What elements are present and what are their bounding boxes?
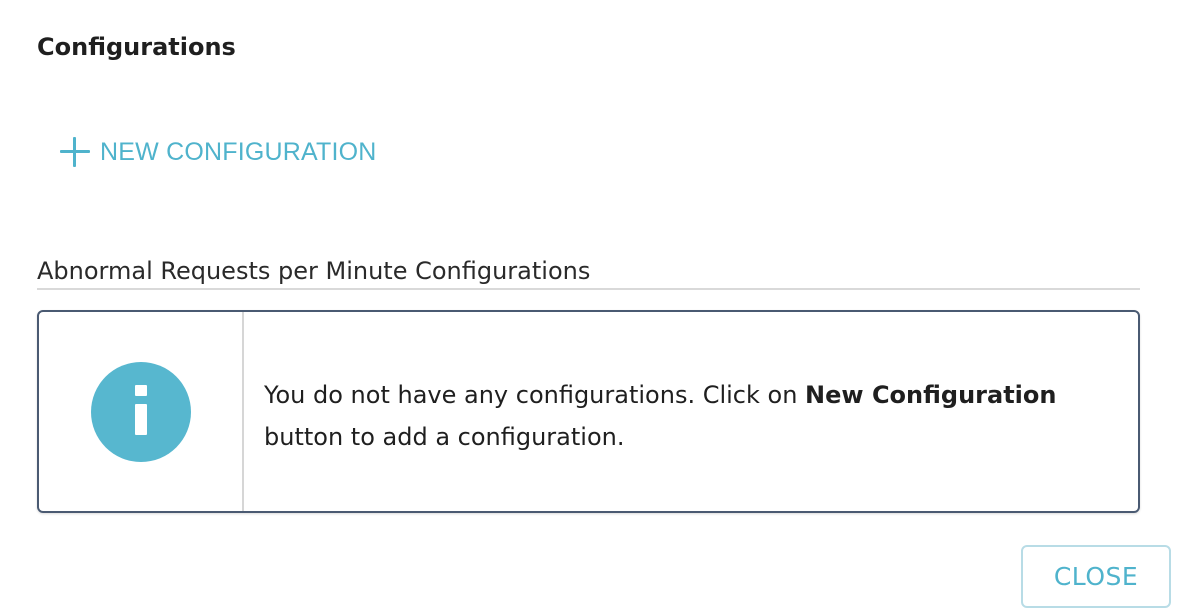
new-configuration-label: NEW CONFIGURATION bbox=[100, 137, 377, 166]
info-icon-cell bbox=[39, 312, 244, 511]
close-button[interactable]: CLOSE bbox=[1021, 545, 1171, 608]
section-title: Abnormal Requests per Minute Configurati… bbox=[37, 252, 1140, 290]
message-emphasis: New Configuration bbox=[805, 381, 1057, 409]
info-icon bbox=[90, 361, 191, 462]
configurations-dialog: Configurations NEW CONFIGURATION Abnorma… bbox=[0, 0, 1188, 611]
dialog-title: Configurations bbox=[37, 33, 236, 61]
message-prefix: You do not have any configurations. Clic… bbox=[264, 381, 806, 409]
plus-icon bbox=[60, 137, 90, 167]
empty-state-panel: You do not have any configurations. Clic… bbox=[37, 310, 1140, 513]
new-configuration-button[interactable]: NEW CONFIGURATION bbox=[60, 132, 377, 172]
empty-state-message: You do not have any configurations. Clic… bbox=[244, 312, 1138, 511]
message-suffix: button to add a configuration. bbox=[264, 423, 625, 451]
